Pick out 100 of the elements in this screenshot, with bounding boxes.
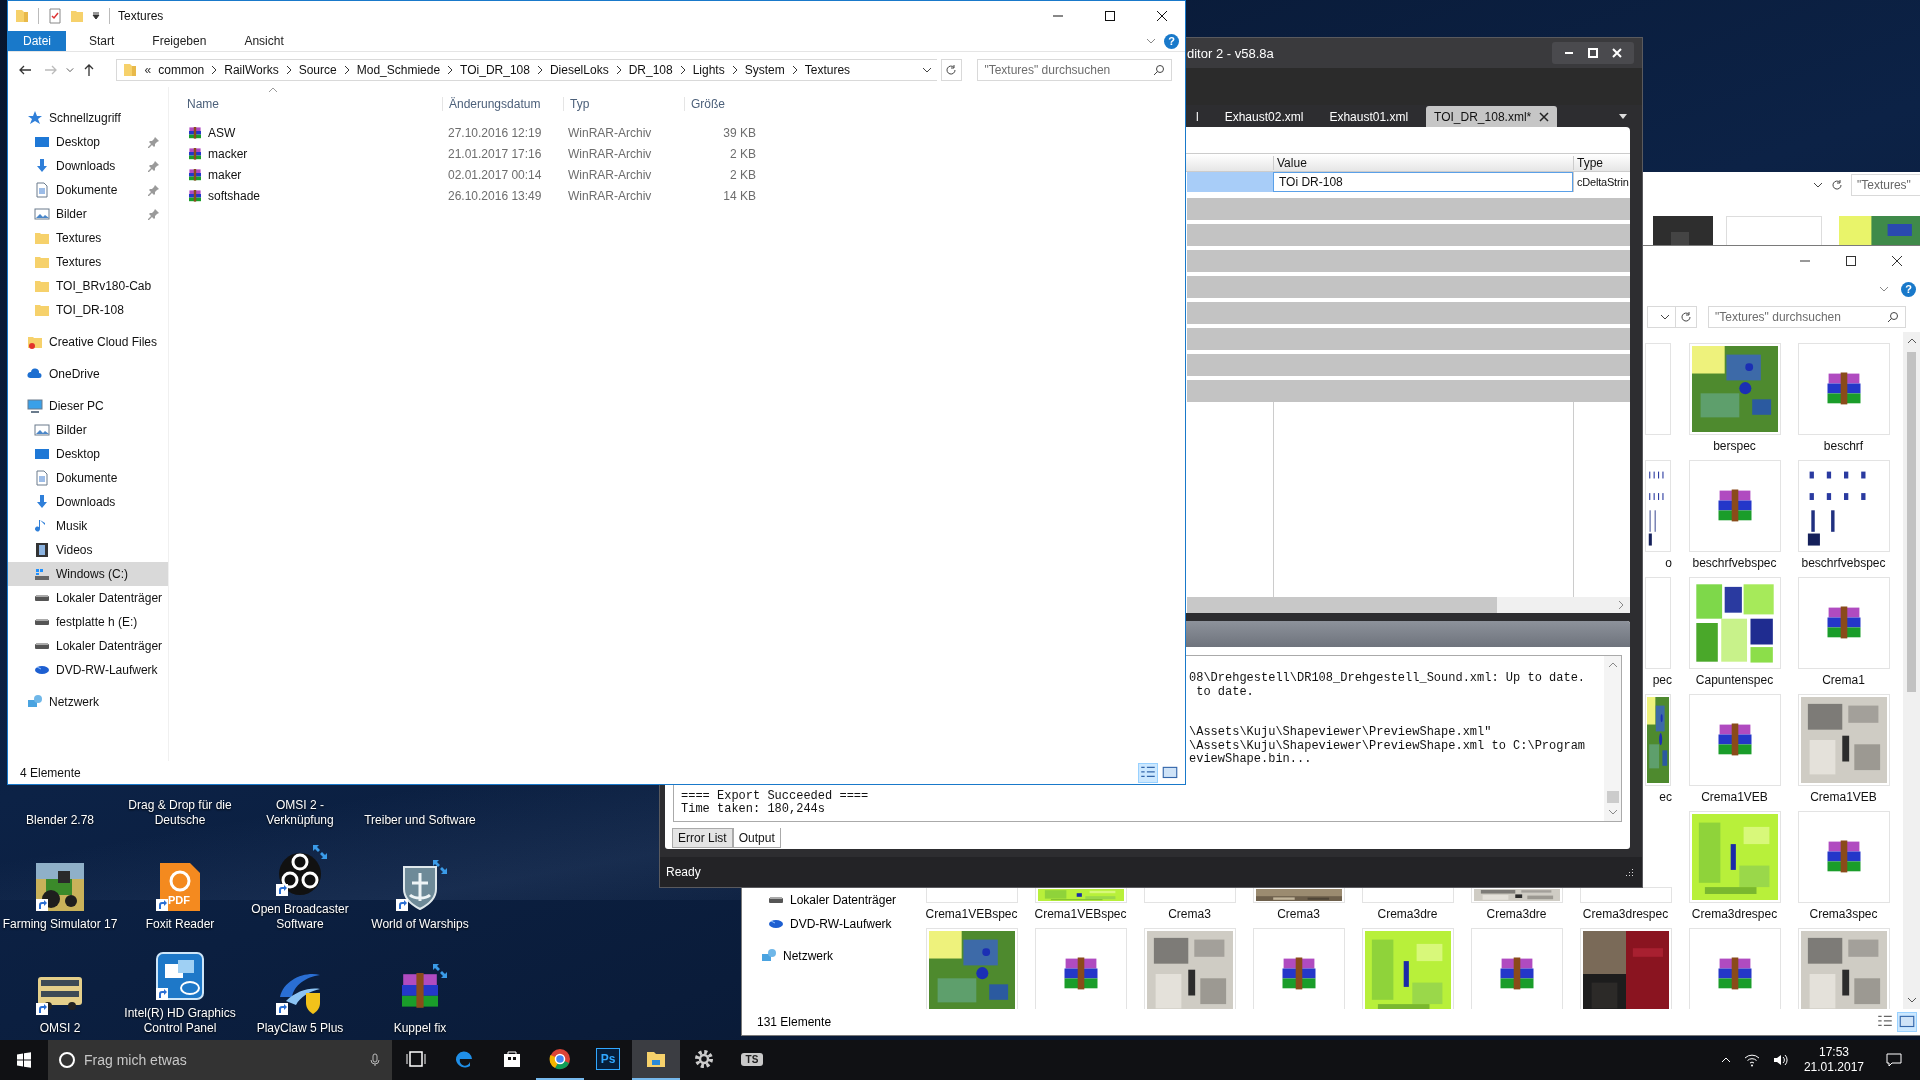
chevron-icon[interactable] xyxy=(615,64,622,75)
column-header[interactable]: Value xyxy=(1273,155,1573,170)
thumbnail-frame[interactable] xyxy=(1034,928,1127,1009)
microphone-icon[interactable] xyxy=(368,1053,382,1067)
help-button[interactable]: ? xyxy=(1164,33,1179,49)
notification-icon[interactable] xyxy=(1886,1052,1902,1068)
taskbar-button[interactable] xyxy=(632,1040,680,1080)
breadcrumb-item[interactable]: System xyxy=(744,62,785,77)
icon-label[interactable]: Farming Simulator 17 xyxy=(2,917,118,932)
chevron-icon[interactable] xyxy=(343,64,350,75)
refresh-icon[interactable] xyxy=(1831,179,1843,191)
breadcrumb-item[interactable]: DieselLoks xyxy=(549,62,609,77)
icon-label[interactable]: Treiber und Software xyxy=(364,813,476,828)
nav-item[interactable]: DVD-RW-Laufwerk xyxy=(742,912,902,936)
ribbon-tab[interactable]: Freigeben xyxy=(137,31,222,51)
column-header[interactable]: Änderungsdatum xyxy=(442,96,563,111)
nav-item[interactable]: Lokaler Datenträger xyxy=(8,634,168,658)
help-button[interactable]: ? xyxy=(1901,281,1916,297)
icon-label[interactable]: OMSI 2 xyxy=(39,1021,81,1036)
icon-label[interactable]: Open Broadcaster Software xyxy=(251,902,349,932)
nav-item[interactable]: Musik xyxy=(8,514,168,538)
details-view-icon[interactable] xyxy=(1139,763,1157,782)
scrollbar[interactable] xyxy=(1187,597,1630,613)
nav-item[interactable]: Downloads xyxy=(8,154,168,178)
file-name[interactable]: maker xyxy=(187,166,442,183)
nav-item[interactable]: Lokaler Datenträger xyxy=(8,586,168,610)
thumbnail-view-icon[interactable] xyxy=(1898,1013,1916,1031)
nav-item[interactable]: Textures xyxy=(8,226,168,250)
nav-item[interactable]: Netzwerk xyxy=(8,690,168,714)
pin-icon[interactable] xyxy=(148,160,160,172)
document-tab[interactable]: Exhaust01.xml xyxy=(1321,106,1417,127)
nav-item[interactable]: Downloads xyxy=(8,490,168,514)
resize-grip-icon[interactable] xyxy=(1624,867,1634,877)
search-box[interactable]: "Textures" durchsuchen xyxy=(1708,306,1906,328)
thumbnail-frame[interactable] xyxy=(1688,460,1781,552)
monitor-tile-icon[interactable] xyxy=(156,952,204,1000)
thumbnail-frame[interactable] xyxy=(1645,577,1671,669)
breadcrumb-item[interactable]: DR_108 xyxy=(628,62,673,77)
wifi-icon[interactable] xyxy=(1743,1052,1760,1068)
taskbar-button[interactable]: Ps xyxy=(584,1040,632,1080)
icon-label[interactable]: Drag & Drop für die Deutsche xyxy=(128,798,232,828)
caret-icon[interactable] xyxy=(91,11,101,21)
panel-tab[interactable]: Output xyxy=(732,828,781,848)
thumbnail-frame[interactable] xyxy=(1688,694,1781,786)
search-field[interactable]: Frag mich etwas xyxy=(84,1052,360,1068)
breadcrumb-item[interactable]: Lights xyxy=(692,62,725,77)
file-name[interactable]: softshade xyxy=(187,187,442,204)
icon-label[interactable]: Intel(R) HD Graphics Control Panel xyxy=(124,1006,236,1036)
caret-icon[interactable] xyxy=(1618,111,1628,121)
nav-item[interactable]: Videos xyxy=(8,538,168,562)
nav-item[interactable]: Schnellzugriff xyxy=(8,106,168,130)
thumbnail-frame[interactable] xyxy=(1797,811,1890,903)
chevron-right-icon[interactable] xyxy=(1616,600,1626,610)
taskbar-button[interactable]: TS xyxy=(728,1040,776,1080)
chevron-icon[interactable] xyxy=(536,64,543,75)
document-tab[interactable]: l xyxy=(1188,106,1207,127)
thumbnail-frame[interactable] xyxy=(1797,343,1890,435)
chevron-icon[interactable] xyxy=(447,64,454,75)
chevron-up-icon[interactable] xyxy=(1607,660,1618,670)
thumbnail-frame[interactable] xyxy=(1645,343,1671,435)
nav-item[interactable]: Windows (C:) xyxy=(8,562,168,586)
chevron-icon[interactable] xyxy=(791,64,798,75)
nav-item[interactable]: Lokaler Datenträger xyxy=(742,888,902,912)
nav-item[interactable]: Netzwerk xyxy=(742,944,902,968)
thumbnail-frame[interactable] xyxy=(1688,928,1781,1009)
caret-icon[interactable] xyxy=(1813,180,1823,190)
nav-item[interactable]: DVD-RW-Laufwerk xyxy=(8,658,168,682)
search-field[interactable]: "Textures" xyxy=(1851,174,1920,196)
checklist-icon[interactable] xyxy=(47,8,63,24)
breadcrumb-item[interactable]: Source xyxy=(298,62,337,77)
ribbon-tab[interactable]: Datei xyxy=(8,31,66,51)
nav-item[interactable]: Dokumente xyxy=(8,178,168,202)
chevron-icon[interactable] xyxy=(679,64,686,75)
file-name[interactable]: macker xyxy=(187,145,442,162)
refresh-button[interactable] xyxy=(940,58,963,81)
address-bar[interactable]: « common RailWorks Source Mod_Schmiede TOi_DR_108 DieselLoks DR_108 Lights System Textures xyxy=(115,58,937,81)
breadcrumb-item[interactable]: common xyxy=(158,62,205,77)
nav-item[interactable]: Textures xyxy=(8,250,168,274)
search-icon[interactable] xyxy=(1153,63,1166,76)
chevron-icon[interactable] xyxy=(285,64,292,75)
search-icon[interactable] xyxy=(1887,311,1899,323)
column-header[interactable]: Type xyxy=(1573,155,1630,170)
nav-item[interactable]: Desktop xyxy=(8,130,168,154)
column-header[interactable]: Größe xyxy=(684,96,765,111)
table-cell[interactable] xyxy=(1187,172,1273,192)
nav-item[interactable]: OneDrive xyxy=(8,362,168,386)
search-box[interactable]: Frag mich etwas xyxy=(48,1040,392,1080)
icon-label[interactable]: Blender 2.78 xyxy=(25,813,95,828)
nav-item[interactable]: Dieser PC xyxy=(8,394,168,418)
chevron-icon[interactable] xyxy=(731,64,738,75)
chevron-icon[interactable] xyxy=(211,64,218,75)
chevron-down-icon[interactable] xyxy=(1906,995,1917,1005)
search-box[interactable]: "Textures" durchsuchen xyxy=(977,58,1173,81)
thumbnail-frame[interactable] xyxy=(1797,577,1890,669)
nav-item[interactable]: festplatte h (E:) xyxy=(8,610,168,634)
search-field[interactable]: "Textures" durchsuchen xyxy=(984,62,1154,77)
breadcrumb-item[interactable]: Textures xyxy=(804,62,851,77)
close-icon[interactable] xyxy=(1539,111,1550,122)
tractor-icon[interactable] xyxy=(36,863,84,911)
breadcrumb-item[interactable]: TOi_DR_108 xyxy=(460,62,530,77)
